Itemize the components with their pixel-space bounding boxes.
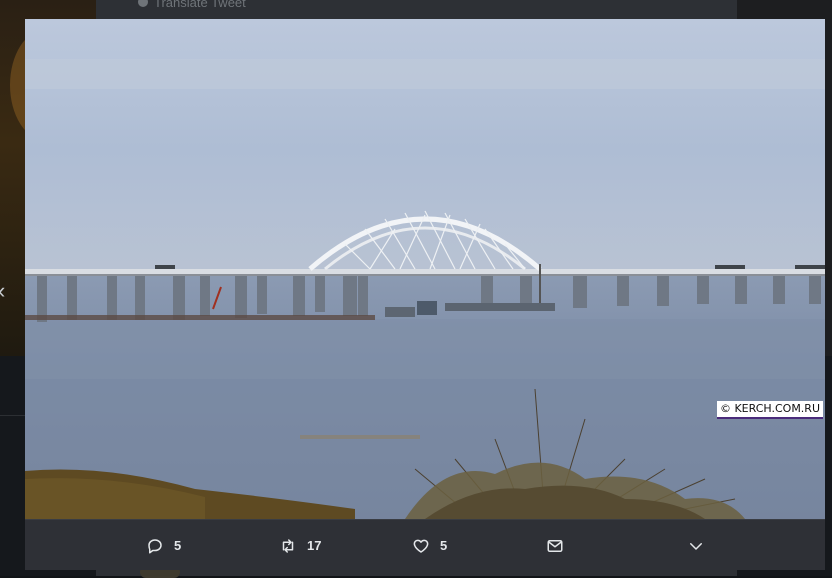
photo-watermark: © KERCH.COM.RU [716, 401, 823, 419]
like-button[interactable]: 5 [412, 520, 447, 571]
more-options-button[interactable] [687, 520, 705, 571]
translate-tweet-link[interactable]: Translate Tweet [138, 0, 246, 10]
retweet-count: 17 [307, 538, 322, 553]
direct-message-button[interactable] [546, 520, 564, 571]
like-count: 5 [440, 538, 448, 553]
media-lightbox: © KERCH.COM.RU 5 17 5 [25, 19, 825, 570]
retweet-icon [282, 538, 294, 553]
reply-button[interactable]: 5 [146, 520, 181, 571]
reply-count: 5 [174, 538, 182, 553]
heart-icon [413, 539, 429, 553]
globe-icon [138, 0, 148, 7]
tweet-photo[interactable]: © KERCH.COM.RU [25, 19, 825, 519]
tweet-action-bar: 5 17 5 [25, 519, 825, 570]
reply-icon [148, 538, 162, 553]
chevron-down-icon [690, 542, 702, 550]
bridge-photo-illustration [25, 19, 825, 519]
previous-media-arrow-icon[interactable]: ‹ [0, 280, 5, 302]
retweet-button[interactable]: 17 [279, 520, 321, 571]
envelope-icon [547, 539, 563, 552]
translate-tweet-label: Translate Tweet [154, 0, 246, 10]
